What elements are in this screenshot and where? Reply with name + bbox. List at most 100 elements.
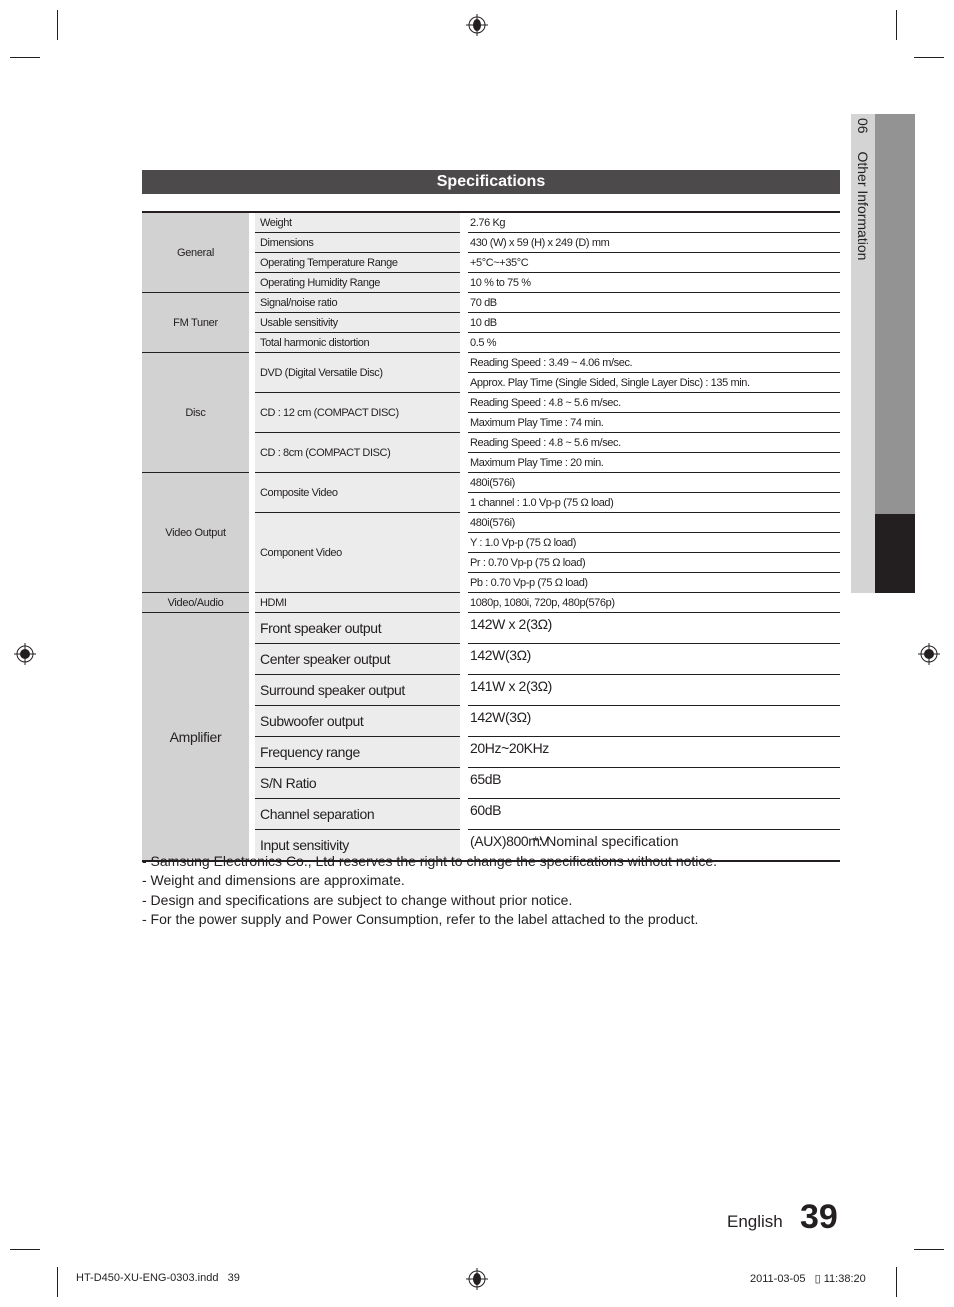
spec-item-name: Dimensions <box>255 232 460 253</box>
spec-item-name: Total harmonic distortion <box>255 332 460 353</box>
spec-item-value: +5°C~+35°C <box>468 252 840 273</box>
spec-item-value: Reading Speed : 3.49 ~ 4.06 m/sec. <box>468 352 840 373</box>
spec-item-value: Reading Speed : 4.8 ~ 5.6 m/sec. <box>468 432 840 453</box>
registration-mark-icon <box>14 643 36 665</box>
spacer <box>460 212 468 233</box>
spec-item-name: Frequency range <box>255 736 460 768</box>
spacer <box>460 392 468 433</box>
spec-item-name: Front speaker output <box>255 612 460 644</box>
registration-mark-icon <box>466 14 488 36</box>
spec-row: Video Output Composite Video 480i(576i) <box>142 472 840 593</box>
crop-mark <box>57 1267 58 1297</box>
crop-mark <box>914 1249 944 1250</box>
spec-item-value: Pr : 0.70 Vp-p (75 Ω load) <box>468 552 840 573</box>
spec-item-name: Composite Video <box>255 472 460 513</box>
section-name: Other Information <box>855 151 871 261</box>
spec-item-value: Maximum Play Time : 74 min. <box>468 412 840 433</box>
crop-mark <box>896 10 897 40</box>
spacer <box>460 643 468 675</box>
footer-language: English <box>727 1212 783 1231</box>
spec-item-value: 10 dB <box>468 312 840 333</box>
spacer <box>460 252 468 273</box>
spec-item-name: Surround speaker output <box>255 674 460 706</box>
spacer <box>460 292 468 313</box>
registration-mark-icon <box>918 643 940 665</box>
spec-item-value: 10 % to 75 % <box>468 272 840 293</box>
registration-mark-icon <box>466 1268 488 1290</box>
spec-row: General Weight 2.76 Kg <box>142 212 840 293</box>
spec-item-value: 60dB <box>468 798 840 830</box>
spacer <box>460 232 468 253</box>
crop-mark <box>57 10 58 40</box>
spec-row: Video/Audio HDMI 1080p, 1080i, 720p, 480p(… <box>142 592 840 613</box>
spacer <box>460 674 468 706</box>
note-line: - For the power supply and Power Consump… <box>142 911 699 927</box>
spec-item-value: 480i(576i) <box>468 472 840 493</box>
crop-mark <box>896 1267 897 1297</box>
spec-item-name: Weight <box>255 212 460 233</box>
spec-item-value: 480i(576i) <box>468 512 840 533</box>
section-tab-bar <box>875 114 915 514</box>
slug-date: 2011-03-05 ▯ 11:38:20 <box>750 1273 866 1285</box>
spec-item-value: 70 dB <box>468 292 840 313</box>
spacer <box>460 736 468 768</box>
spec-category: FM Tuner <box>142 292 249 353</box>
spec-item-value: 142W(3Ω) <box>468 643 840 675</box>
spec-item-value: 1080p, 1080i, 720p, 480p(576p) <box>468 592 840 613</box>
spec-item-name: S/N Ratio <box>255 767 460 799</box>
spec-item-value: 142W(3Ω) <box>468 705 840 737</box>
spec-item-value: 430 (W) x 59 (H) x 249 (D) mm <box>468 232 840 253</box>
section-tab-marker <box>875 514 915 593</box>
section-number: 06 <box>855 118 871 134</box>
note-line: - Weight and dimensions are approximate. <box>142 872 405 888</box>
spec-item-value: Reading Speed : 4.8 ~ 5.6 m/sec. <box>468 392 840 413</box>
spec-item-name: Operating Humidity Range <box>255 272 460 293</box>
spec-row: Amplifier Front speaker output 142W x 2(3Ω… <box>142 612 840 862</box>
spec-item-value: 1 channel : 1.0 Vp-p (75 Ω load) <box>468 492 840 513</box>
spec-category: Video/Audio <box>142 592 249 613</box>
spec-item-name: Channel separation <box>255 798 460 830</box>
page-number: 39 <box>800 1198 838 1236</box>
spec-item-name: Subwoofer output <box>255 705 460 737</box>
spec-item-value: 65dB <box>468 767 840 799</box>
spacer <box>460 798 468 830</box>
specifications-table: General Weight 2.76 Kg Dimensions 430 (W) x … <box>142 211 840 862</box>
slug-file: HT-D450-XU-ENG-0303.indd 39 <box>76 1272 240 1284</box>
spec-item-value: Pb : 0.70 Vp-p (75 Ω load) <box>468 572 840 593</box>
spec-item-name: Signal/noise ratio <box>255 292 460 313</box>
spacer <box>460 612 468 644</box>
spec-item-value: Approx. Play Time (Single Sided, Single … <box>468 372 840 393</box>
spec-item-name: CD : 12 cm (COMPACT DISC) <box>255 392 460 433</box>
spec-item-value: 142W x 2(3Ω) <box>468 612 840 644</box>
spec-category: General <box>142 212 249 293</box>
spec-category: Amplifier <box>142 612 249 862</box>
spec-row: FM Tuner Signal/noise ratio 70 dB <box>142 292 840 353</box>
spacer <box>460 432 468 473</box>
spacer <box>460 512 468 593</box>
crop-mark <box>10 1249 40 1250</box>
spacer <box>460 332 468 353</box>
spec-item-name: HDMI <box>255 592 460 613</box>
spacer <box>460 312 468 333</box>
spacer <box>460 472 468 513</box>
spec-item-name: Operating Temperature Range <box>255 252 460 273</box>
page-title: Specifications <box>142 170 840 194</box>
note-line: - Samsung Electronics Co., Ltd reserves … <box>142 852 718 869</box>
spec-item-name: Usable sensitivity <box>255 312 460 333</box>
spec-row: Disc DVD (Digital Versatile Disc) Reading … <box>142 352 840 473</box>
spec-item-name: CD : 8cm (COMPACT DISC) <box>255 432 460 473</box>
spec-item-value: 0.5 % <box>468 332 840 353</box>
spec-item-name: Center speaker output <box>255 643 460 675</box>
spacer <box>460 705 468 737</box>
spacer <box>460 272 468 293</box>
section-tab-label: 06 Other Information <box>851 118 875 418</box>
spec-item-name: DVD (Digital Versatile Disc) <box>255 352 460 393</box>
spec-item-value: 20Hz~20KHz <box>468 736 840 768</box>
crop-mark <box>10 57 40 58</box>
spec-item-value: Y : 1.0 Vp-p (75 Ω load) <box>468 532 840 553</box>
spec-item-value: 141W x 2(3Ω) <box>468 674 840 706</box>
spacer <box>460 767 468 799</box>
spacer <box>460 592 468 613</box>
spec-category: Video Output <box>142 472 249 593</box>
nominal-note: *: Nominal specification <box>533 833 679 849</box>
